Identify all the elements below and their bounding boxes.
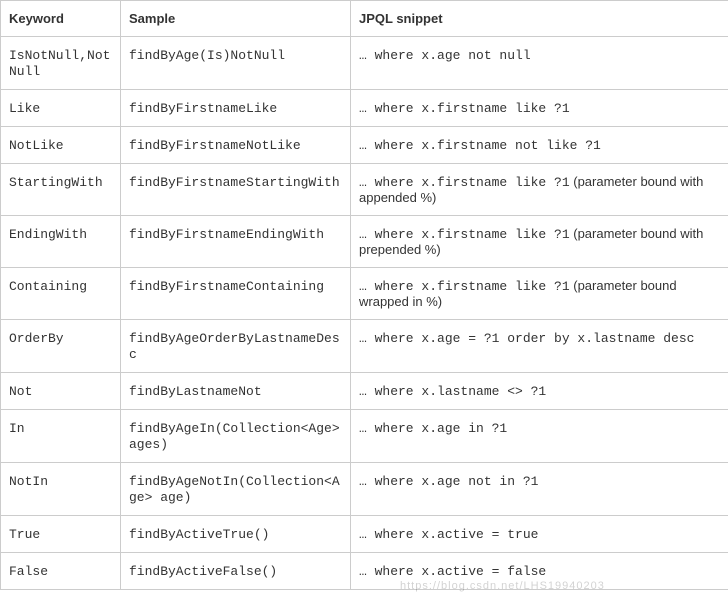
- cell-keyword: IsNotNull,NotNull: [9, 48, 110, 79]
- cell-sample: findByFirstnameStartingWith: [129, 175, 340, 190]
- header-jpql: JPQL snippet: [351, 1, 728, 37]
- cell-sample: findByLastnameNot: [129, 384, 262, 399]
- cell-sample: findByFirstnameNotLike: [129, 138, 301, 153]
- table-row: Like findByFirstnameLike … where x.first…: [1, 90, 728, 127]
- cell-sample: findByActiveFalse(): [129, 564, 277, 579]
- cell-keyword: EndingWith: [9, 227, 87, 242]
- header-sample: Sample: [121, 1, 351, 37]
- table-body: IsNotNull,NotNull findByAge(Is)NotNull ……: [1, 37, 728, 590]
- cell-jpql: … where x.firstname not like ?1: [359, 138, 601, 153]
- cell-sample: findByFirstnameContaining: [129, 279, 324, 294]
- cell-sample: findByFirstnameLike: [129, 101, 277, 116]
- cell-jpql: … where x.age in ?1: [359, 421, 507, 436]
- cell-sample: findByActiveTrue(): [129, 527, 269, 542]
- cell-sample: findByAgeNotIn(Collection<Age> age): [129, 474, 340, 505]
- cell-keyword: Containing: [9, 279, 87, 294]
- table-row: EndingWith findByFirstnameEndingWith … w…: [1, 216, 728, 268]
- cell-jpql: … where x.firstname like ?1: [359, 279, 570, 294]
- cell-jpql: … where x.active = false: [359, 564, 546, 579]
- table-row: Not findByLastnameNot … where x.lastname…: [1, 373, 728, 410]
- cell-jpql: … where x.firstname like ?1: [359, 175, 570, 190]
- cell-jpql: … where x.lastname <> ?1: [359, 384, 546, 399]
- cell-sample: findByAgeIn(Collection<Age> ages): [129, 421, 340, 452]
- table-row: OrderBy findByAgeOrderByLastnameDesc … w…: [1, 320, 728, 373]
- cell-sample: findByAge(Is)NotNull: [129, 48, 285, 63]
- table-header-row: Keyword Sample JPQL snippet: [1, 1, 728, 37]
- table-row: IsNotNull,NotNull findByAge(Is)NotNull ……: [1, 37, 728, 90]
- cell-keyword: StartingWith: [9, 175, 103, 190]
- cell-keyword: In: [9, 421, 25, 436]
- table-row: In findByAgeIn(Collection<Age> ages) … w…: [1, 410, 728, 463]
- cell-jpql: … where x.firstname like ?1: [359, 101, 570, 116]
- cell-jpql: … where x.active = true: [359, 527, 538, 542]
- cell-sample: findByFirstnameEndingWith: [129, 227, 324, 242]
- cell-keyword: Like: [9, 101, 40, 116]
- table-row: NotLike findByFirstnameNotLike … where x…: [1, 127, 728, 164]
- keyword-table: Keyword Sample JPQL snippet IsNotNull,No…: [0, 0, 728, 590]
- cell-keyword: OrderBy: [9, 331, 64, 346]
- cell-jpql: … where x.age not in ?1: [359, 474, 538, 489]
- table-row: True findByActiveTrue() … where x.active…: [1, 516, 728, 553]
- cell-jpql: … where x.age not null: [359, 48, 531, 63]
- table-row: False findByActiveFalse() … where x.acti…: [1, 553, 728, 590]
- cell-sample: findByAgeOrderByLastnameDesc: [129, 331, 340, 362]
- cell-keyword: False: [9, 564, 48, 579]
- cell-keyword: Not: [9, 384, 32, 399]
- table-row: Containing findByFirstnameContaining … w…: [1, 268, 728, 320]
- cell-keyword: True: [9, 527, 40, 542]
- table-row: NotIn findByAgeNotIn(Collection<Age> age…: [1, 463, 728, 516]
- table-row: StartingWith findByFirstnameStartingWith…: [1, 164, 728, 216]
- cell-jpql: … where x.age = ?1 order by x.lastname d…: [359, 331, 694, 346]
- cell-keyword: NotIn: [9, 474, 48, 489]
- header-keyword: Keyword: [1, 1, 121, 37]
- cell-keyword: NotLike: [9, 138, 64, 153]
- cell-jpql: … where x.firstname like ?1: [359, 227, 570, 242]
